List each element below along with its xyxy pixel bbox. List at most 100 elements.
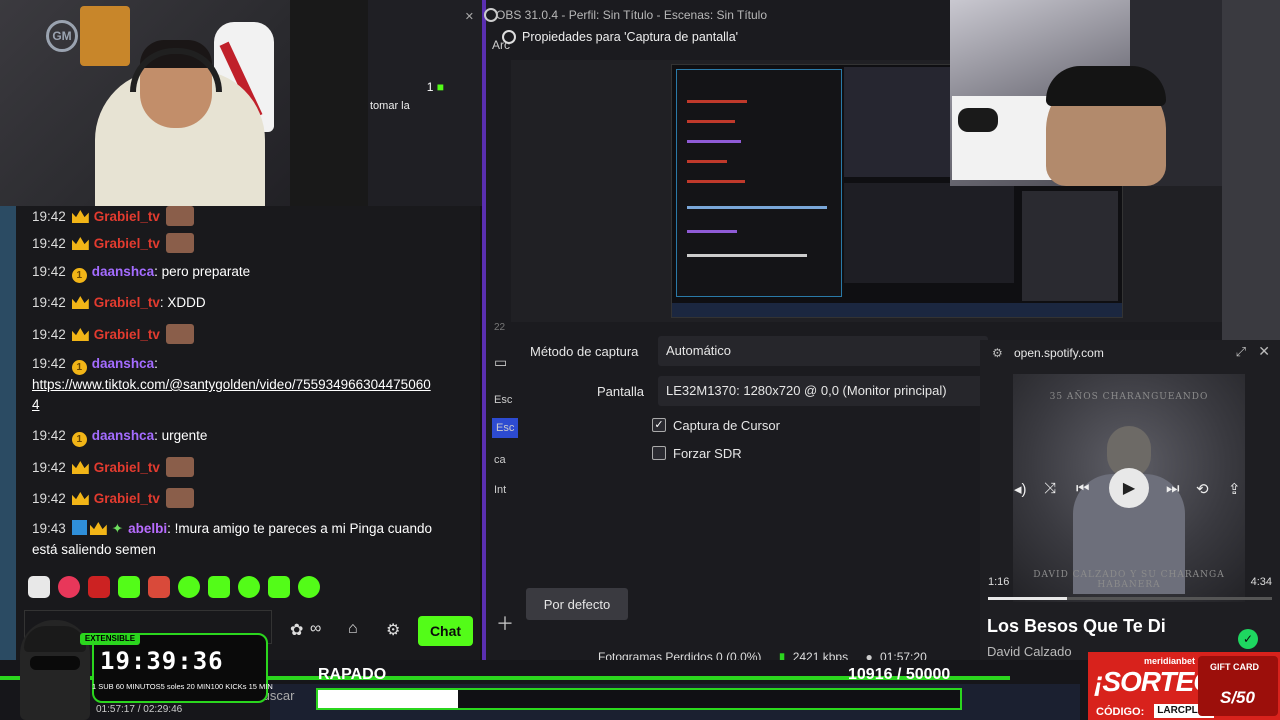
obs-dialog-icon bbox=[502, 30, 516, 44]
username[interactable]: daanshca bbox=[92, 264, 154, 279]
saved-check-icon[interactable]: ✓ bbox=[1238, 629, 1258, 649]
song-title: Los Besos Que Te Di bbox=[987, 616, 1166, 636]
timer-stat: 1 SUB 60 MINUTOS bbox=[92, 682, 161, 691]
emote-icon[interactable] bbox=[88, 576, 110, 598]
emote-icon[interactable] bbox=[178, 576, 200, 598]
expand-icon[interactable]: ⤢ bbox=[1236, 344, 1246, 360]
message-time: 19:42 bbox=[32, 264, 66, 279]
repeat-icon[interactable]: ⟲ bbox=[1196, 480, 1209, 498]
capture-method-select[interactable]: Automático bbox=[658, 336, 988, 366]
chat-link-wrap[interactable]: 4 bbox=[32, 395, 40, 415]
username[interactable]: Grabiel_tv bbox=[94, 460, 160, 475]
background-shelf bbox=[290, 0, 368, 206]
chat-message-continued: está saliendo semen bbox=[32, 540, 156, 560]
artist-name: David Calzado bbox=[987, 644, 1072, 659]
preview-line bbox=[687, 160, 727, 163]
share-icon[interactable]: ⇪ bbox=[1228, 480, 1241, 498]
crown-badge-icon bbox=[71, 328, 89, 341]
chat-message: 19:42 Grabiel_tv: XDDD bbox=[32, 293, 206, 313]
default-button[interactable]: Por defecto bbox=[526, 588, 628, 620]
emote-icon[interactable] bbox=[208, 576, 230, 598]
preview-line bbox=[687, 254, 807, 257]
close-icon[interactable]: ✕ bbox=[465, 10, 474, 23]
subathon-timer: 19:39:36 bbox=[100, 647, 224, 675]
emote-icon[interactable] bbox=[268, 576, 290, 598]
capture-method-label: Método de captura bbox=[530, 344, 639, 359]
emote-bar bbox=[28, 576, 320, 604]
preview-taskbar bbox=[672, 303, 1122, 317]
preview-line bbox=[687, 100, 747, 103]
poster bbox=[80, 6, 130, 66]
add-icon[interactable]: ＋ bbox=[496, 610, 514, 636]
webcam-streamer: GM bbox=[0, 0, 368, 206]
username[interactable]: Grabiel_tv bbox=[94, 327, 160, 342]
emote-icon bbox=[165, 457, 194, 477]
chat-message: 19:42 Grabiel_tv bbox=[32, 206, 194, 227]
strip-text: tomar la bbox=[370, 100, 410, 112]
gear-icon[interactable]: ⚙ bbox=[386, 620, 400, 640]
emote-icon[interactable] bbox=[58, 576, 80, 598]
emote-icon[interactable] bbox=[298, 576, 320, 598]
total-time: 4:34 bbox=[1250, 576, 1272, 588]
timer-tag: EXTENSIBLE bbox=[80, 633, 140, 645]
tiktok-link[interactable]: https://www.tiktok.com/@santygolden/vide… bbox=[32, 377, 431, 392]
message-text: : XDDD bbox=[159, 295, 206, 310]
code-label: CÓDIGO: bbox=[1096, 706, 1145, 718]
crown-badge-icon bbox=[71, 210, 89, 223]
next-icon[interactable]: ⏭ bbox=[1166, 480, 1180, 497]
progress-fill bbox=[988, 597, 1067, 600]
tiktok-link-end[interactable]: 4 bbox=[32, 397, 40, 412]
message-text: : pero preparate bbox=[154, 264, 251, 279]
username[interactable]: Grabiel_tv bbox=[94, 209, 160, 224]
volume-icon[interactable]: ◂) bbox=[1014, 480, 1027, 498]
username[interactable]: daanshca bbox=[92, 428, 154, 443]
coin-badge-icon: 1 bbox=[71, 360, 87, 375]
shuffle-icon[interactable]: ⤨ bbox=[1044, 480, 1056, 497]
progress-bar[interactable] bbox=[988, 597, 1272, 600]
preview-line bbox=[687, 180, 745, 183]
preview-icon[interactable]: ▭ bbox=[494, 354, 507, 371]
message-text: : bbox=[154, 356, 158, 371]
emote-picker-icon[interactable]: ✿ bbox=[290, 620, 303, 640]
close-icon[interactable]: ✕ bbox=[1258, 343, 1270, 360]
emote-icon[interactable] bbox=[118, 576, 140, 598]
store-icon[interactable]: ⌂ bbox=[348, 620, 358, 638]
chat-link[interactable]: https://www.tiktok.com/@santygolden/vide… bbox=[32, 375, 431, 395]
screen-select[interactable]: LE32M1370: 1280x720 @ 0,0 (Monitor princ… bbox=[658, 376, 988, 406]
chat-send-button[interactable]: Chat bbox=[418, 616, 473, 646]
username[interactable]: Grabiel_tv bbox=[94, 295, 160, 310]
emote-icon[interactable] bbox=[238, 576, 260, 598]
message-time: 19:42 bbox=[32, 327, 66, 342]
play-button[interactable]: ▶ bbox=[1109, 468, 1149, 508]
preview-props-pane bbox=[844, 183, 1014, 283]
infinity-icon[interactable]: ∞ bbox=[310, 620, 321, 638]
message-text: está saliendo semen bbox=[32, 542, 156, 557]
emote-icon bbox=[165, 488, 194, 508]
cursor-capture-checkbox[interactable]: ✓ bbox=[652, 418, 666, 432]
crown-badge-icon bbox=[71, 296, 89, 309]
username[interactable]: daanshca bbox=[92, 356, 154, 371]
emote-icon[interactable] bbox=[148, 576, 170, 598]
side-item[interactable]: Int bbox=[494, 484, 506, 496]
chat-message: 19:42 1 daanshca: urgente bbox=[32, 426, 207, 447]
coin-badge-icon: 1 bbox=[71, 268, 87, 283]
emote-icon bbox=[165, 233, 194, 253]
channel-logo-icon: GM bbox=[46, 20, 78, 52]
timer-stats: 1 SUB 60 MINUTOS 5 soles 20 MIN 100 KICK… bbox=[92, 682, 273, 691]
side-item[interactable]: ca bbox=[494, 454, 506, 466]
emote-icon[interactable] bbox=[28, 576, 50, 598]
side-item-selected[interactable]: Esc bbox=[492, 418, 519, 438]
username[interactable]: Grabiel_tv bbox=[94, 236, 160, 251]
force-sdr-checkbox[interactable] bbox=[652, 446, 666, 460]
message-time: 19:42 bbox=[32, 491, 66, 506]
side-item-scenes[interactable]: Esc bbox=[494, 394, 512, 406]
side-number: 22 bbox=[494, 322, 506, 333]
preview-line bbox=[687, 140, 741, 143]
gift-card-amount: S/50 bbox=[1220, 688, 1255, 707]
elapsed-time: 1:16 bbox=[988, 576, 1010, 588]
chat-message: 19:42 1 daanshca: pero preparate bbox=[32, 262, 250, 283]
username[interactable]: abelbi bbox=[128, 521, 167, 536]
previous-icon[interactable]: ⏮ bbox=[1076, 480, 1090, 497]
sunglasses-icon bbox=[30, 656, 80, 670]
username[interactable]: Grabiel_tv bbox=[94, 491, 160, 506]
